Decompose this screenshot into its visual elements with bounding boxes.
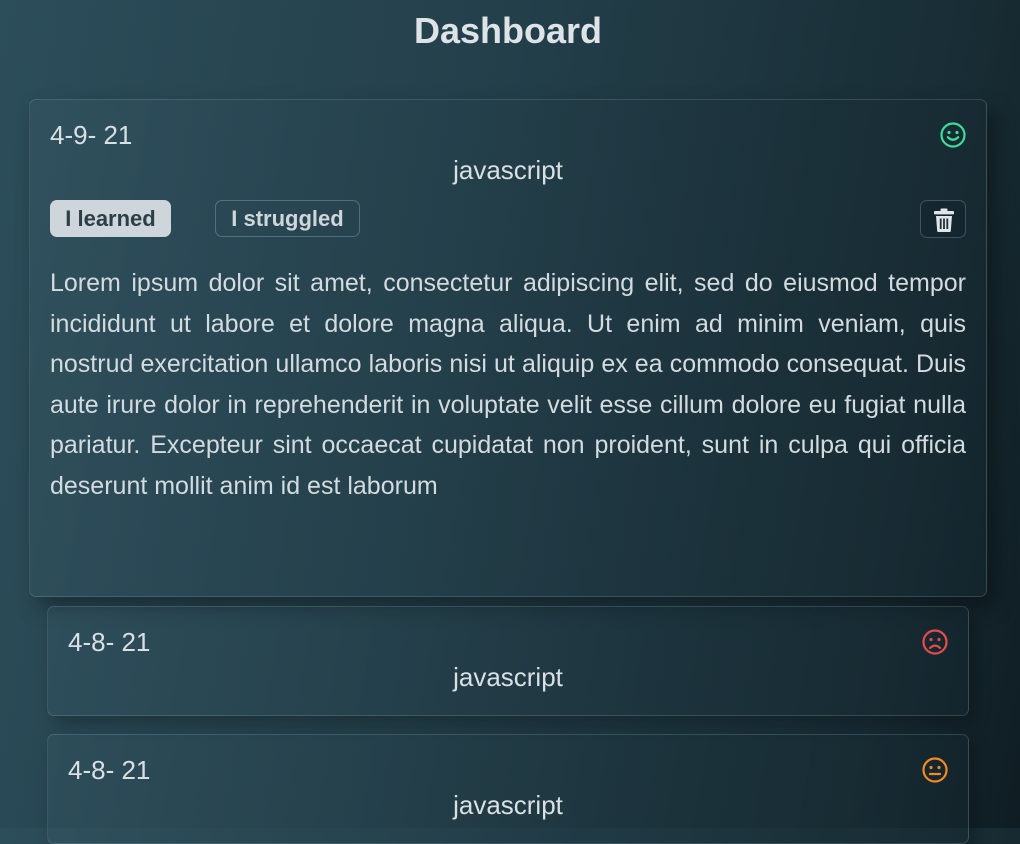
neutral-face-icon bbox=[921, 756, 949, 784]
entry-date: 4-8- 21 bbox=[68, 627, 151, 657]
entry-topic: javascript bbox=[453, 662, 563, 692]
journal-entry-card[interactable]: 4-8- 21 javascript bbox=[47, 606, 969, 716]
delete-entry-button[interactable] bbox=[920, 200, 966, 238]
happy-face-icon bbox=[939, 121, 967, 149]
sad-face-icon bbox=[921, 628, 949, 656]
entry-body: Lorem ipsum dolor sit amet, consectetur … bbox=[50, 269, 966, 500]
entry-date: 4-9- 21 bbox=[50, 120, 133, 150]
tag-learned-button[interactable]: I learned bbox=[50, 200, 171, 237]
trash-icon bbox=[934, 208, 954, 232]
tag-struggled-button[interactable]: I struggled bbox=[215, 200, 360, 237]
journal-entry-card[interactable]: 4-9- 21 javascript I learned I struggled… bbox=[29, 99, 987, 597]
page-title: Dashboard bbox=[413, 10, 603, 51]
entry-topic: javascript bbox=[453, 790, 563, 820]
entry-topic: javascript bbox=[453, 155, 563, 185]
entry-date: 4-8- 21 bbox=[68, 755, 151, 785]
